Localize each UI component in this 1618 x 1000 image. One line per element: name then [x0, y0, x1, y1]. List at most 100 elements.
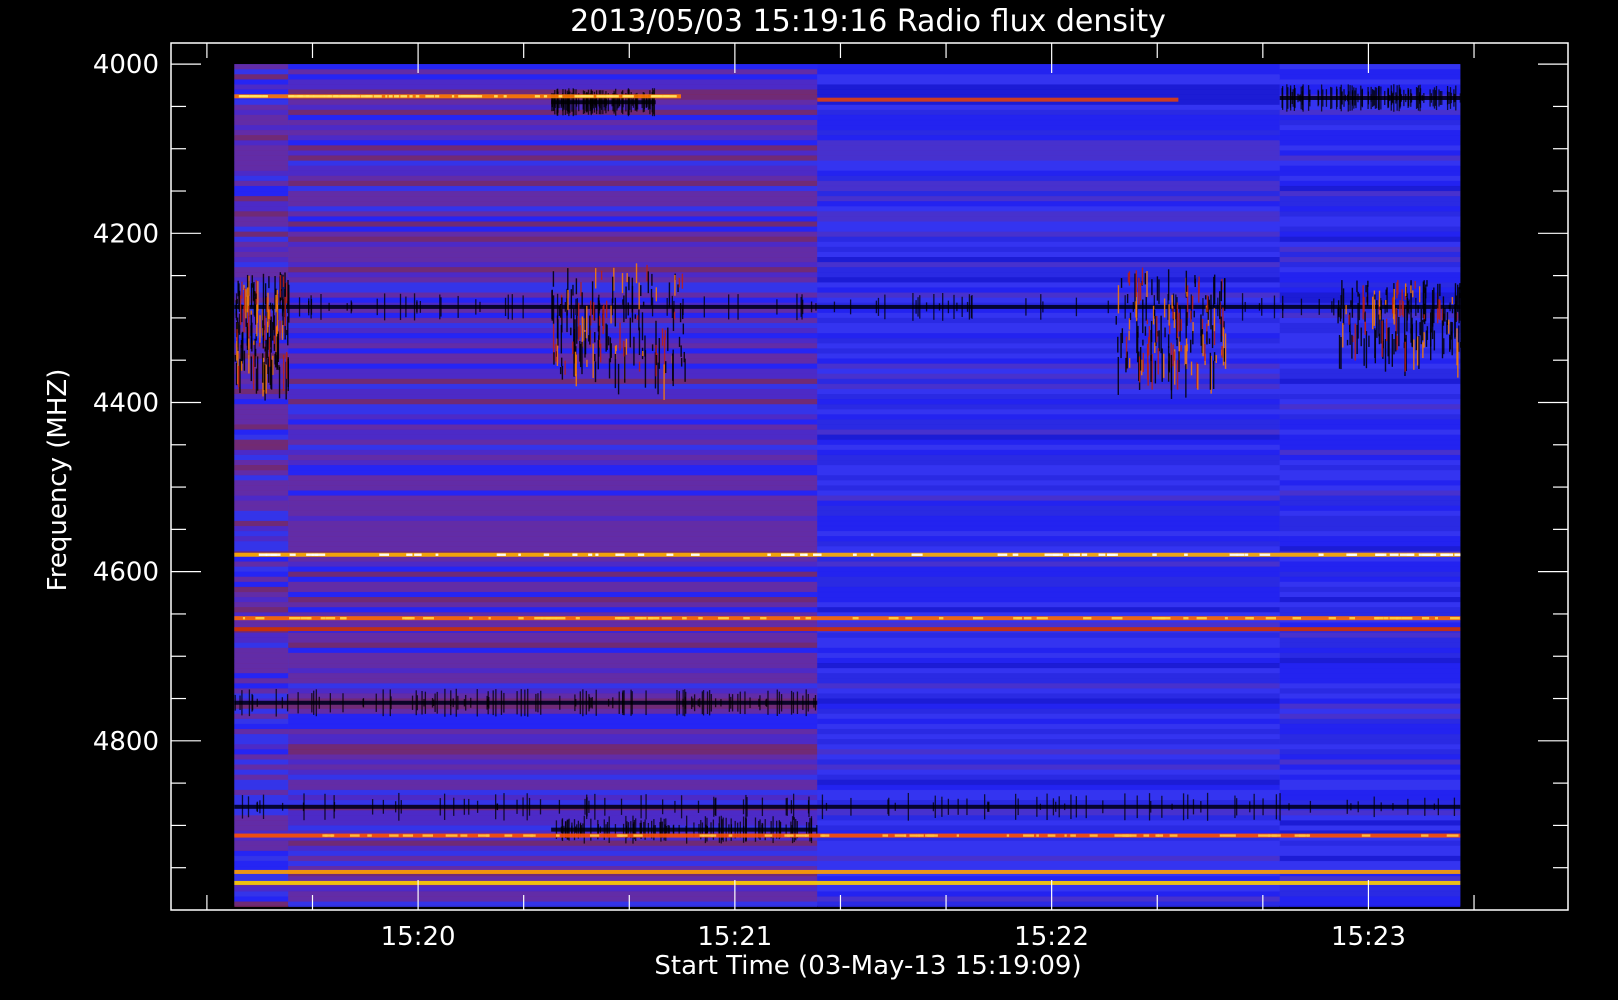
- dark-band-speckle: [333, 802, 336, 812]
- y-tick-label: 4800: [93, 727, 159, 757]
- burst-streak: [606, 324, 608, 351]
- burst-streak: [1170, 354, 1173, 391]
- burst-streak: [619, 322, 621, 351]
- emission-line-core: [648, 616, 653, 620]
- heatmap-stripe: [288, 556, 818, 562]
- dark-band-speckle: [714, 698, 717, 708]
- burst-streak: [1193, 310, 1195, 318]
- burst-streak: [1125, 357, 1127, 373]
- heatmap-stripe: [1279, 449, 1461, 456]
- heatmap-stripe: [817, 531, 1280, 537]
- emission-line-core: [389, 834, 399, 837]
- burst-streak: [1365, 331, 1368, 369]
- heatmap-stripe: [817, 505, 1280, 512]
- burst-streak: [661, 328, 664, 346]
- heatmap-stripe: [1279, 586, 1461, 593]
- heatmap-stripe: [234, 632, 289, 639]
- burst-streak: [1224, 333, 1227, 369]
- emission-line-core: [618, 834, 624, 837]
- burst-streak: [241, 332, 244, 345]
- dark-band-speckle: [1025, 298, 1027, 316]
- heatmap-stripe: [817, 104, 1280, 111]
- heatmap-stripe: [1279, 394, 1461, 400]
- burst-streak: [1158, 279, 1160, 304]
- heatmap-stripe: [817, 140, 1280, 146]
- dark-band-speckle: [907, 792, 910, 821]
- dark-band-speckle: [1396, 94, 1398, 102]
- heatmap-stripe: [288, 114, 818, 121]
- burst-streak: [1126, 293, 1129, 304]
- burst-streak: [1414, 281, 1416, 289]
- heatmap-stripe: [288, 734, 818, 740]
- heatmap-stripe: [234, 74, 289, 80]
- heatmap-stripe: [1279, 728, 1461, 735]
- burst-streak: [1433, 287, 1435, 324]
- heatmap-stripe: [1279, 79, 1461, 85]
- heatmap-stripe: [817, 226, 1280, 233]
- heatmap-stripe: [288, 378, 818, 385]
- heatmap-stripe: [817, 764, 1280, 770]
- dark-band-speckle: [1236, 798, 1238, 816]
- burst-streak: [282, 354, 285, 391]
- dark-band-speckle: [511, 294, 513, 320]
- burst-streak: [1135, 301, 1137, 318]
- dark-band-speckle: [1389, 94, 1391, 102]
- burst-streak: [1413, 339, 1415, 370]
- burst-streak: [1168, 360, 1170, 372]
- dark-band-speckle: [507, 294, 509, 320]
- dark-band-speckle: [1288, 803, 1290, 811]
- burst-streak: [256, 304, 258, 337]
- dark-band-speckle: [925, 302, 928, 312]
- heatmap-stripe: [817, 546, 1280, 552]
- dark-band-speckle: [1417, 85, 1420, 111]
- heatmap-stripe: [288, 454, 818, 461]
- dark-band-speckle: [703, 296, 705, 318]
- burst-streak: [1420, 308, 1422, 345]
- dark-band-speckle: [579, 691, 581, 715]
- dark-band-speckle: [1070, 794, 1072, 820]
- heatmap-stripe: [234, 246, 289, 253]
- heatmap-stripe: [817, 607, 1280, 613]
- dark-band-speckle: [479, 301, 481, 312]
- dark-band-speckle: [710, 693, 712, 712]
- emission-line-core: [1098, 553, 1106, 556]
- heatmap-stripe: [234, 779, 289, 786]
- heatmap-stripe: [288, 175, 818, 182]
- heatmap-stripe: [234, 119, 289, 126]
- heatmap-stripe: [817, 789, 1280, 796]
- dark-band-speckle: [1292, 89, 1294, 107]
- heatmap-stripe: [288, 348, 818, 354]
- burst-streak: [573, 308, 575, 342]
- heatmap-stripe: [288, 328, 818, 334]
- emission-line: [234, 627, 1461, 632]
- heatmap-stripe: [1279, 688, 1461, 694]
- burst-streak: [279, 320, 281, 340]
- emission-line-core: [1219, 834, 1223, 837]
- dark-band-speckle: [315, 689, 317, 717]
- heatmap-stripe: [817, 525, 1280, 532]
- burst-streak: [254, 348, 257, 357]
- heatmap-stripe: [1279, 525, 1461, 532]
- dark-band-speckle: [328, 302, 330, 311]
- heatmap-stripe: [817, 759, 1280, 765]
- heatmap-stripe: [817, 576, 1280, 583]
- emission-line-core: [503, 95, 507, 98]
- dark-band-speckle: [682, 689, 684, 716]
- heatmap-stripe: [817, 510, 1280, 517]
- heatmap-stripe: [288, 541, 818, 547]
- emission-line-core: [1349, 616, 1356, 620]
- burst-streak: [1457, 342, 1459, 378]
- emission-line-core: [498, 553, 506, 556]
- dark-band-speckle: [1046, 793, 1048, 821]
- heatmap-stripe: [817, 886, 1280, 892]
- burst-streak: [276, 304, 279, 334]
- burst-streak: [610, 305, 612, 324]
- heatmap-stripe: [288, 774, 818, 781]
- heatmap-stripe: [234, 485, 289, 491]
- heatmap-stripe: [234, 104, 289, 111]
- dark-band-speckle: [405, 296, 407, 318]
- dark-band-speckle: [382, 689, 384, 717]
- dark-band-speckle: [556, 97, 558, 108]
- chart-title: 2013/05/03 15:19:16 Radio flux density: [570, 4, 1166, 39]
- dark-band-speckle: [813, 697, 815, 708]
